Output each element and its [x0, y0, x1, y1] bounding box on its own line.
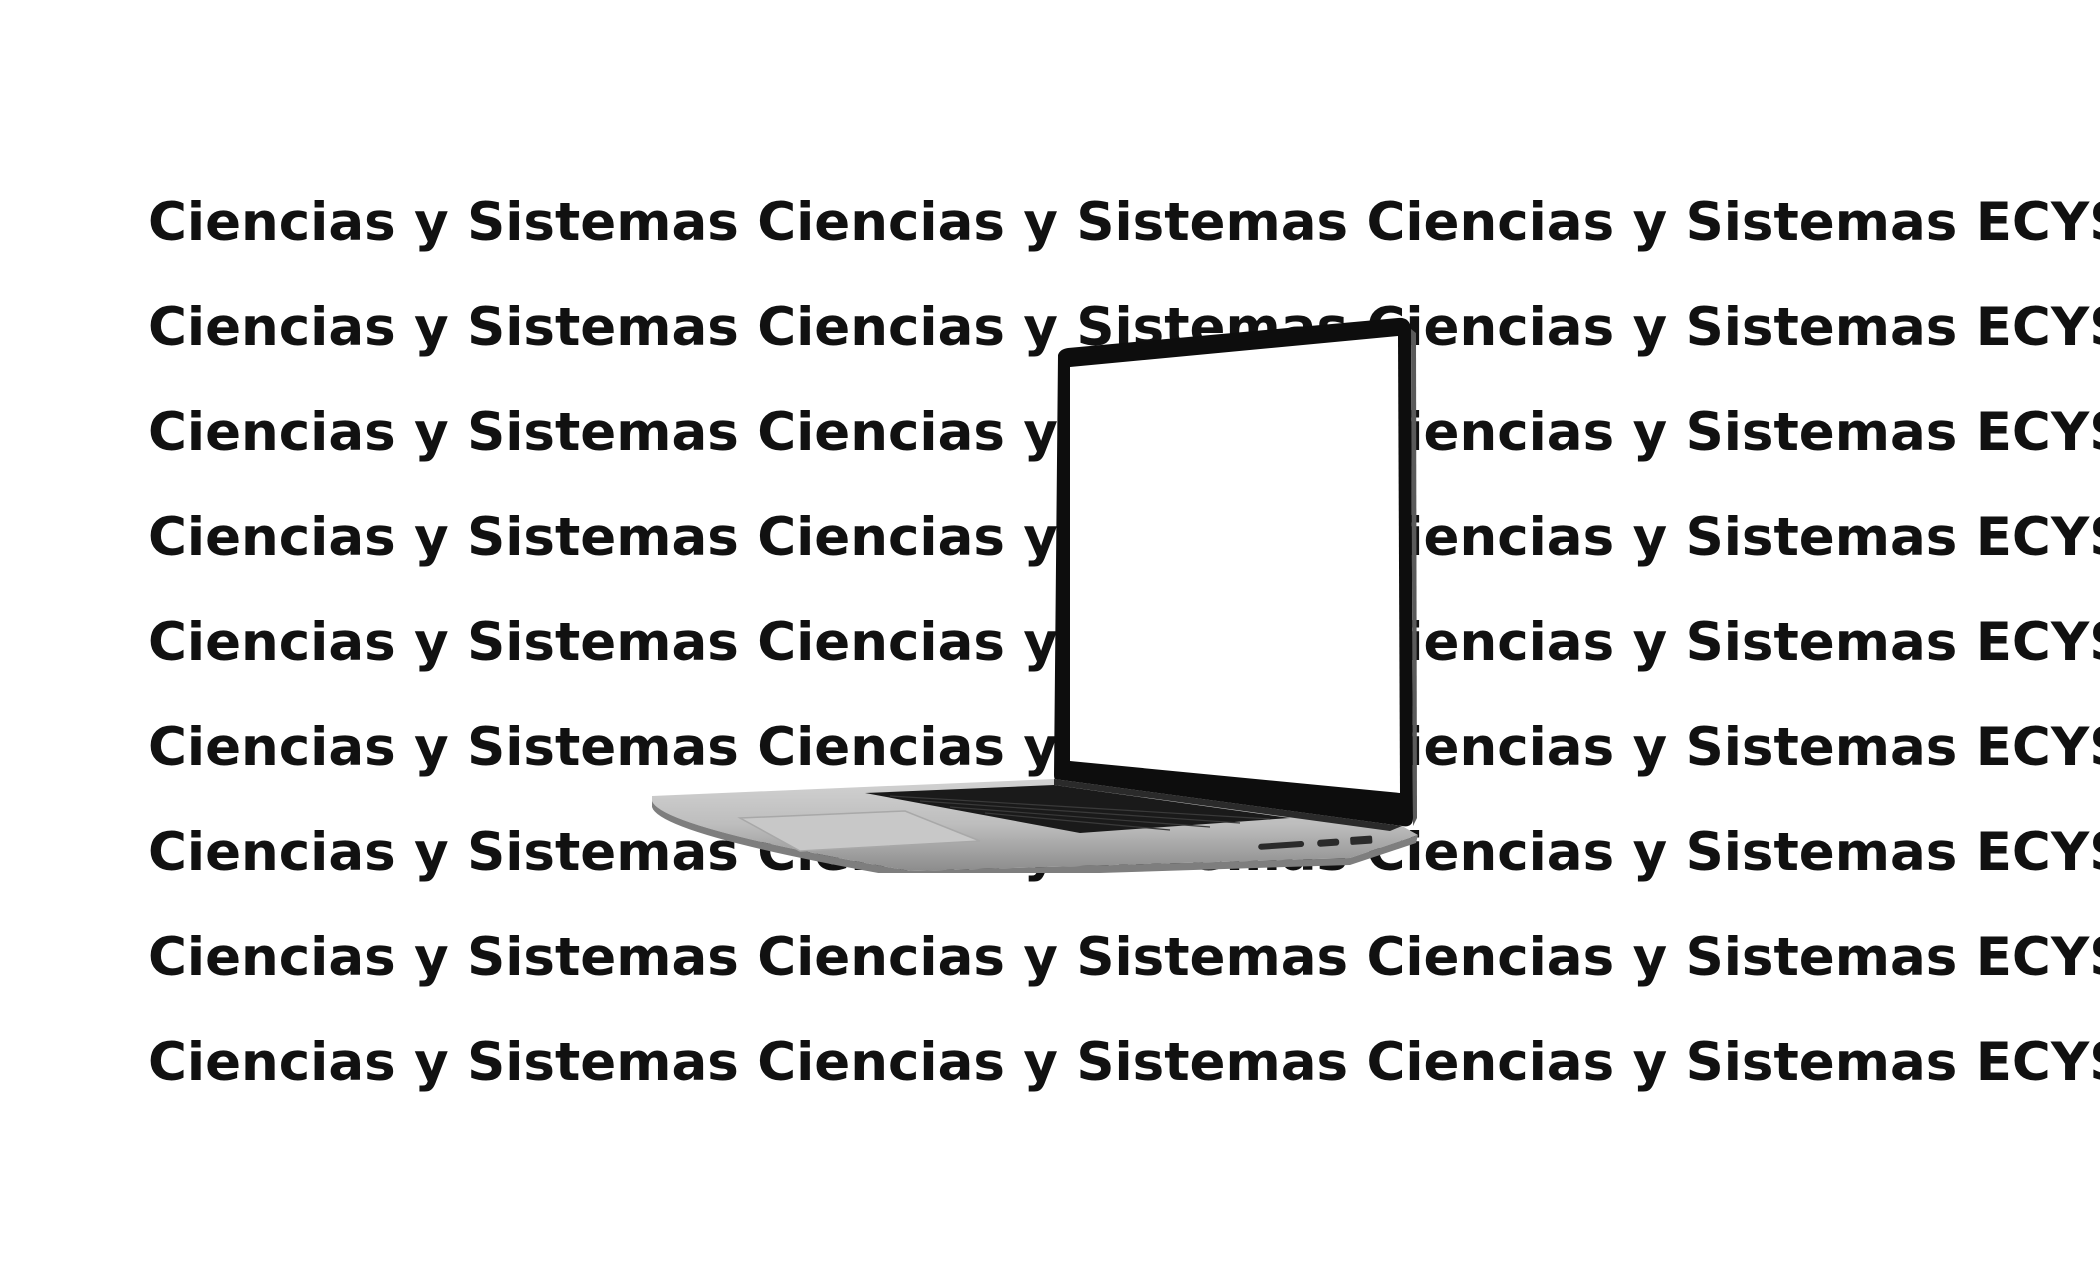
laptop-icon [652, 317, 1418, 873]
text-line: Ciencias y Sistemas Ciencias y Sistemas … [148, 1032, 2100, 1093]
text-line: Ciencias y Sistemas Ciencias y Sistemas … [148, 927, 2100, 988]
text-line: Ciencias y Sistemas Ciencias y Sistemas … [148, 192, 2100, 253]
laptop-screen [1054, 317, 1417, 827]
slide-canvas: Ciencias y Sistemas Ciencias y Sistemas … [0, 0, 2100, 1275]
